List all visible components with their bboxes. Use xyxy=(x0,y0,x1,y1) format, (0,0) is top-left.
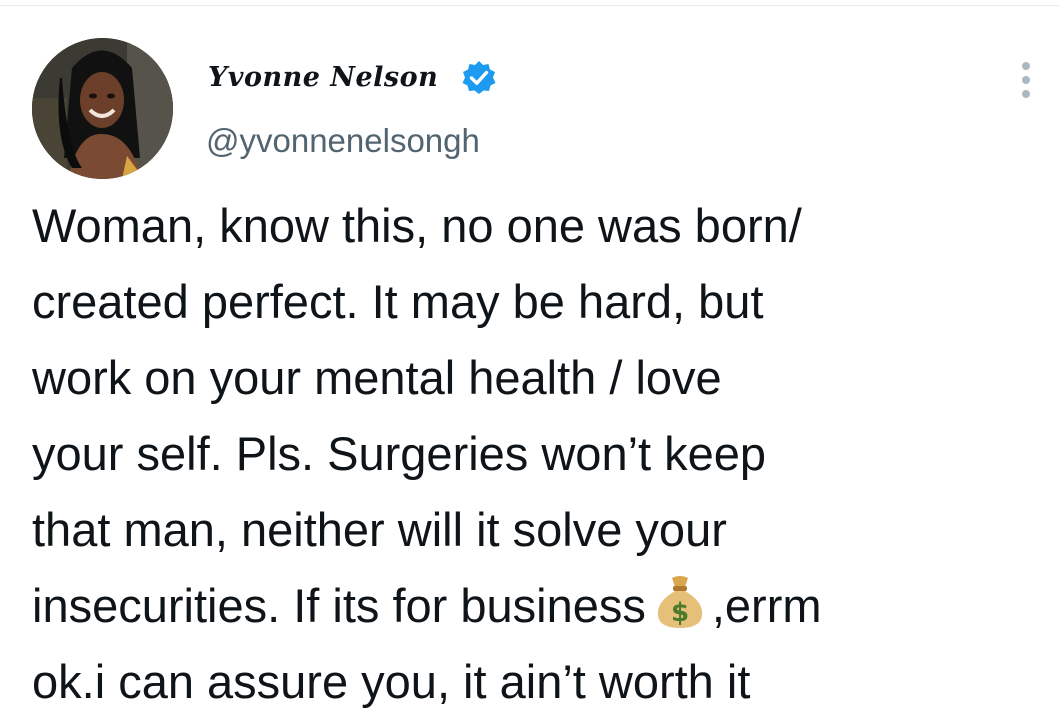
author-display-name[interactable]: Yvonne Nelson xyxy=(208,58,438,98)
tweet-line: ok.i can assure you, it ain’t worth it xyxy=(32,655,751,708)
author-handle[interactable]: @yvonnenelsongh xyxy=(206,119,480,163)
tweet-line-with-emoji: insecurities. If its for business $ ,err… xyxy=(32,568,1042,644)
tweet-line: work on your mental health / love xyxy=(32,351,722,404)
tweet-line: Woman, know this, no one was born/ xyxy=(32,199,802,252)
svg-text:$: $ xyxy=(671,598,689,628)
tweet-text-segment: ,errm xyxy=(711,579,822,632)
top-divider xyxy=(0,5,1059,6)
tweet-line: that man, neither will it solve your xyxy=(32,503,727,556)
avatar[interactable] xyxy=(32,38,173,179)
tweet-line: created perfect. It may be hard, but xyxy=(32,275,764,328)
more-options-icon[interactable] xyxy=(1006,56,1046,104)
money-bag-icon: $ xyxy=(657,576,703,628)
tweet-line: your self. Pls. Surgeries won’t keep xyxy=(32,427,767,480)
profile-photo-icon xyxy=(32,38,173,179)
tweet-body: Woman, know this, no one was born/ creat… xyxy=(32,188,1042,720)
tweet-text-segment: insecurities. If its for business xyxy=(32,579,646,632)
tweet-screenshot: Yvonne Nelson @yvonnenelsongh Woman, kno… xyxy=(0,0,1059,728)
verified-badge-icon xyxy=(462,61,496,94)
